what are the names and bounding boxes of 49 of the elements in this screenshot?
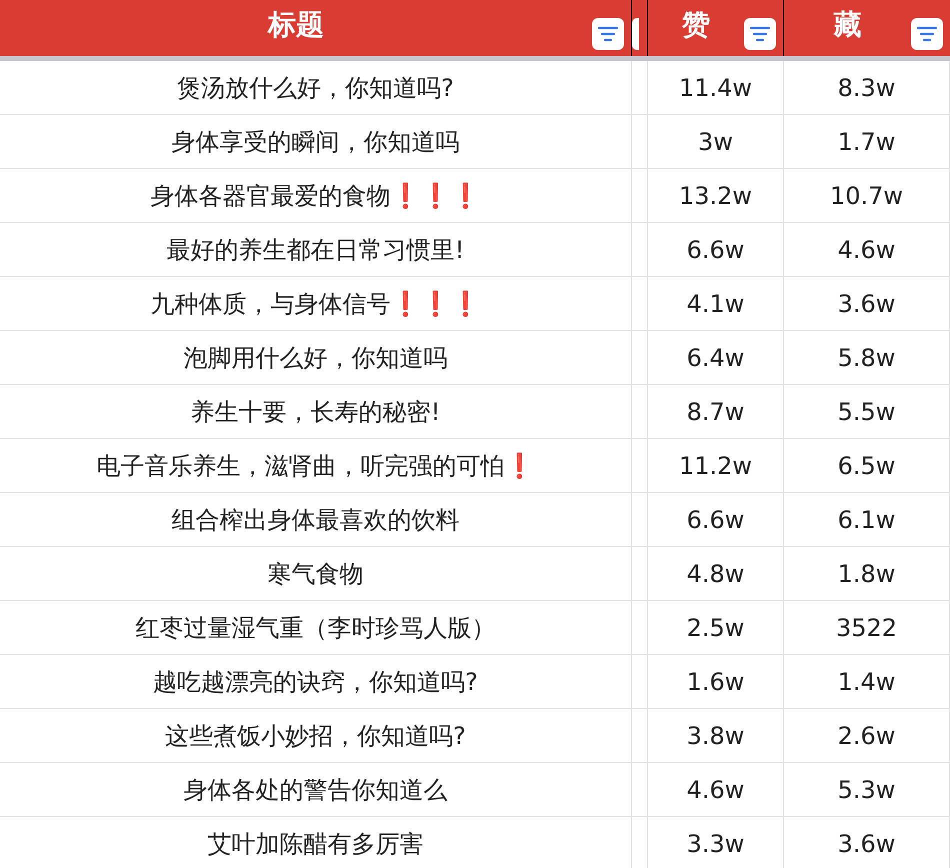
table-cell: 10.7w xyxy=(784,169,950,223)
table-cell: 艾叶加陈醋有多厉害 xyxy=(0,817,632,868)
table-cell: 6.6w xyxy=(648,493,784,547)
table-cell: 3.6w xyxy=(784,817,950,868)
table-cell: 8.3w xyxy=(784,61,950,115)
table-cell: 5.5w xyxy=(784,385,950,439)
table-cell: 11.2w xyxy=(648,439,784,493)
table-cell: 3.3w xyxy=(648,817,784,868)
table-cell: 8.7w xyxy=(648,385,784,439)
table-cell: 3w xyxy=(648,115,784,169)
table-cell: 11.4w xyxy=(648,61,784,115)
table-cell: 5.8w xyxy=(784,331,950,385)
table-cell: 6.1w xyxy=(784,493,950,547)
table-cell: 6.4w xyxy=(648,331,784,385)
table-cell: 这些煮饭小妙招，你知道吗? xyxy=(0,709,632,763)
table-cell: 身体享受的瞬间，你知道吗 xyxy=(0,115,632,169)
table-cell: 1.7w xyxy=(784,115,950,169)
table-cell: 红枣过量湿气重（李时珍骂人版） xyxy=(0,601,632,655)
table-cell: 最好的养生都在日常习惯里! xyxy=(0,223,632,277)
filter-icon[interactable] xyxy=(911,18,943,50)
table-cell: 九种体质，与身体信号❗❗❗ xyxy=(0,277,632,331)
table-cell: 3.8w xyxy=(648,709,784,763)
table-cell: 5.3w xyxy=(784,763,950,817)
table-cell: 4.6w xyxy=(648,763,784,817)
table-cell: 4.1w xyxy=(648,277,784,331)
table-cell: 电子音乐养生，滋肾曲，听完强的可怕❗ xyxy=(0,439,632,493)
table-cell: 越吃越漂亮的诀窍，你知道吗? xyxy=(0,655,632,709)
table-cell: 6.6w xyxy=(648,223,784,277)
table-cell: 寒气食物 xyxy=(0,547,632,601)
filter-icon[interactable] xyxy=(632,18,639,50)
table-cell: 身体各器官最爱的食物❗❗❗ xyxy=(0,169,632,223)
table-cell: 3522 xyxy=(784,601,950,655)
table-cell: 13.2w xyxy=(648,169,784,223)
table-cell: 4.6w xyxy=(784,223,950,277)
table-cell: 6.5w xyxy=(784,439,950,493)
table-cell: 4.8w xyxy=(648,547,784,601)
table-cell: 养生十要，长寿的秘密! xyxy=(0,385,632,439)
table-cell: 2.6w xyxy=(784,709,950,763)
table-cell: 3.6w xyxy=(784,277,950,331)
table-cell: 1.6w xyxy=(648,655,784,709)
filter-icon[interactable] xyxy=(744,18,776,50)
table-cell: 煲汤放什么好，你知道吗? xyxy=(0,61,632,115)
table-cell: 组合榨出身体最喜欢的饮料 xyxy=(0,493,632,547)
table-cell: 身体各处的警告你知道么 xyxy=(0,763,632,817)
table-cell: 1.4w xyxy=(784,655,950,709)
table-cell: 1.8w xyxy=(784,547,950,601)
table-cell: 泡脚用什么好，你知道吗 xyxy=(0,331,632,385)
filter-icon[interactable] xyxy=(592,18,624,50)
table-cell: 2.5w xyxy=(648,601,784,655)
